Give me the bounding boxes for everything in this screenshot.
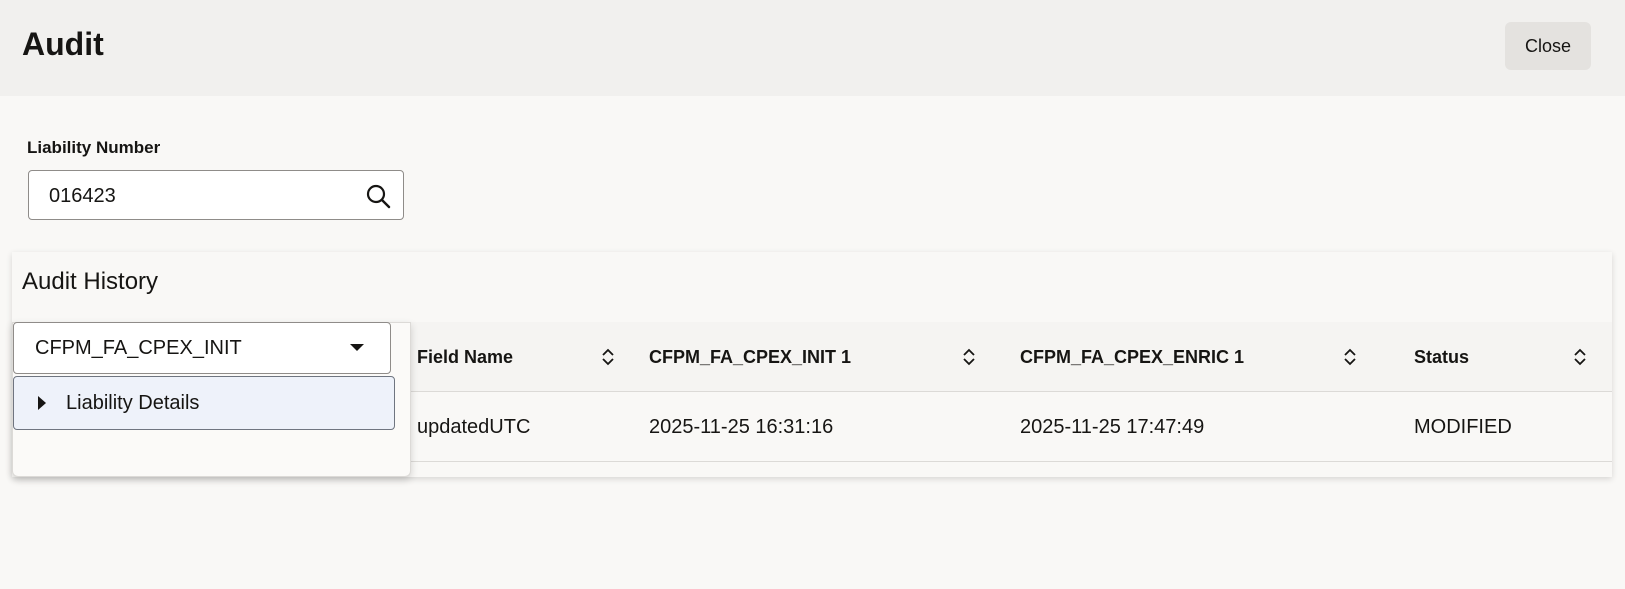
caret-down-icon[interactable] bbox=[350, 344, 364, 351]
audit-table: Field Name CFPM_FA_CPEX_INIT 1 CFPM_FA_C… bbox=[397, 322, 1612, 477]
liability-number-label: Liability Number bbox=[27, 138, 161, 157]
page-header: Audit Close bbox=[0, 0, 1625, 96]
search-icon[interactable] bbox=[365, 183, 391, 209]
cell-enric-value: 2025-11-25 17:47:49 bbox=[1020, 416, 1205, 438]
tree-item-label: Liability Details bbox=[66, 392, 200, 414]
caret-right-icon[interactable] bbox=[38, 396, 46, 410]
sort-icon[interactable] bbox=[1573, 347, 1587, 367]
liability-number-value: 016423 bbox=[49, 185, 116, 207]
sort-icon[interactable] bbox=[962, 347, 976, 367]
column-header-enric[interactable]: CFPM_FA_CPEX_ENRIC 1 bbox=[1020, 322, 1244, 392]
cell-status: MODIFIED bbox=[1414, 416, 1512, 438]
column-header-status[interactable]: Status bbox=[1414, 322, 1469, 392]
sort-icon[interactable] bbox=[1343, 347, 1357, 367]
table-row[interactable]: updatedUTC 2025-11-25 16:31:16 2025-11-2… bbox=[397, 392, 1612, 462]
close-button[interactable]: Close bbox=[1505, 22, 1591, 70]
version-select-value: CFPM_FA_CPEX_INIT bbox=[35, 337, 242, 359]
table-header-row: Field Name CFPM_FA_CPEX_INIT 1 CFPM_FA_C… bbox=[397, 322, 1612, 392]
tree-item-liability-details[interactable]: Liability Details bbox=[13, 376, 395, 430]
liability-number-input[interactable]: 016423 bbox=[28, 170, 404, 220]
cell-init-value: 2025-11-25 16:31:16 bbox=[649, 416, 834, 438]
version-select[interactable]: CFPM_FA_CPEX_INIT bbox=[13, 322, 391, 374]
page-title: Audit bbox=[22, 26, 104, 62]
cell-field-name: updatedUTC bbox=[417, 416, 531, 438]
sort-icon[interactable] bbox=[601, 347, 615, 367]
column-header-field-name[interactable]: Field Name bbox=[417, 322, 513, 392]
column-header-init[interactable]: CFPM_FA_CPEX_INIT 1 bbox=[649, 322, 851, 392]
audit-history-title: Audit History bbox=[22, 268, 159, 295]
